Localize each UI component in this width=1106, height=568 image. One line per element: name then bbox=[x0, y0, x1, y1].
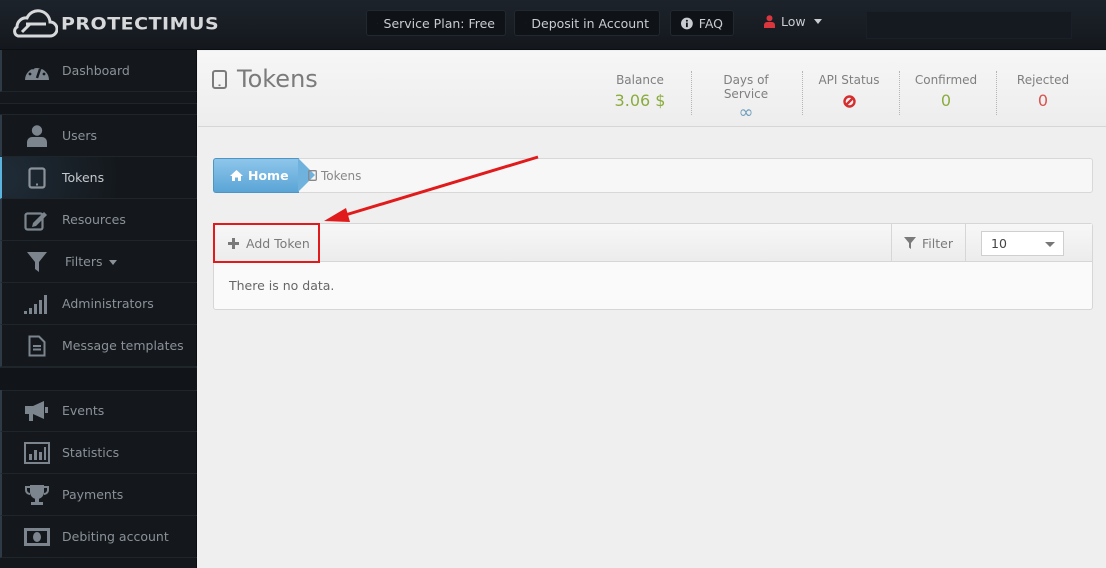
infinity-icon: ∞ bbox=[738, 102, 754, 123]
sidebar-item-administrators[interactable]: Administrators bbox=[0, 283, 197, 325]
stat-divider bbox=[802, 71, 803, 115]
filter-icon bbox=[24, 249, 50, 275]
annotation-arrow-head bbox=[324, 208, 350, 222]
sidebar-item-payments[interactable]: Payments bbox=[0, 474, 197, 516]
home-icon bbox=[230, 170, 243, 181]
user-menu[interactable]: Low bbox=[764, 14, 822, 29]
annotation-highlight-box bbox=[213, 223, 320, 263]
page-header: Tokens Balance 3.06 $ Days of Service ∞ … bbox=[198, 51, 1106, 127]
stat-days-of-service: Days of Service ∞ bbox=[700, 73, 792, 123]
user-name: Low bbox=[781, 14, 806, 29]
tokens-panel: Add Token Filter 10 There is no data. bbox=[213, 223, 1093, 310]
cloud-logo-icon bbox=[13, 9, 58, 38]
top-navbar: protectimus Service Plan: Free Deposit i… bbox=[0, 0, 1106, 50]
chevron-down-icon bbox=[813, 19, 822, 24]
stat-label: API Status bbox=[818, 73, 880, 87]
breadcrumb-home[interactable]: Home bbox=[213, 158, 299, 193]
user-icon bbox=[764, 15, 775, 28]
breadcrumb-home-label: Home bbox=[248, 168, 289, 183]
breadcrumb-current: Tokens bbox=[308, 159, 361, 192]
tablet-icon bbox=[308, 170, 317, 181]
sidebar-item-statistics[interactable]: Statistics bbox=[0, 432, 197, 474]
edit-icon bbox=[24, 207, 50, 233]
sidebar-item-label: Statistics bbox=[62, 445, 120, 460]
chevron-down-icon bbox=[109, 260, 118, 265]
bar-chart-icon bbox=[24, 440, 50, 466]
sidebar-item-resources[interactable]: Resources bbox=[0, 199, 197, 241]
stat-value: 3.06 $ bbox=[614, 91, 666, 110]
sidebar-item-label: Filters bbox=[65, 254, 118, 269]
stat-confirmed: Confirmed 0 bbox=[912, 73, 980, 110]
breadcrumb-current-label: Tokens bbox=[321, 168, 362, 183]
stat-label: Rejected bbox=[1016, 73, 1070, 87]
info-icon bbox=[681, 17, 693, 29]
logo[interactable]: protectimus bbox=[6, 4, 219, 44]
stat-balance: Balance 3.06 $ bbox=[614, 73, 666, 110]
filters-label: Filters bbox=[65, 254, 103, 269]
stat-api-status: API Status bbox=[814, 73, 884, 112]
deposit-button[interactable]: Deposit in Account bbox=[514, 10, 660, 36]
sidebar-item-label: Resources bbox=[62, 212, 126, 227]
stat-label: Days of Service bbox=[723, 73, 769, 101]
stat-rejected: Rejected 0 bbox=[1014, 73, 1072, 110]
api-status-value bbox=[814, 93, 884, 112]
faq-button[interactable]: FAQ bbox=[670, 10, 734, 36]
service-plan-button[interactable]: Service Plan: Free bbox=[366, 10, 506, 36]
user-icon bbox=[24, 123, 50, 149]
panel-toolbar: Add Token Filter 10 bbox=[213, 223, 1092, 263]
sidebar-item-tokens[interactable]: Tokens bbox=[0, 157, 197, 199]
bullhorn-icon bbox=[24, 398, 50, 424]
sidebar-item-label: Dashboard bbox=[62, 63, 130, 78]
stat-divider bbox=[899, 71, 900, 115]
deposit-label: Deposit in Account bbox=[531, 15, 649, 31]
sidebar-item-label: Message templates bbox=[62, 338, 184, 353]
filter-icon bbox=[904, 237, 917, 249]
ban-icon bbox=[842, 95, 856, 108]
tablet-icon bbox=[24, 165, 50, 191]
stat-divider bbox=[996, 71, 997, 115]
page-title: Tokens bbox=[212, 65, 318, 93]
sidebar-item-users[interactable]: Users bbox=[0, 115, 197, 157]
sidebar-item-dashboard[interactable]: Dashboard bbox=[0, 50, 197, 92]
faq-label: FAQ bbox=[698, 15, 723, 31]
filter-label: Filter bbox=[922, 235, 953, 251]
tablet-icon bbox=[212, 69, 227, 89]
topbar-blank-field[interactable] bbox=[866, 11, 1072, 39]
per-page-value: 10 bbox=[991, 236, 1007, 251]
per-page-select[interactable]: 10 bbox=[981, 231, 1064, 256]
stat-label: Balance bbox=[616, 73, 664, 87]
filter-button[interactable]: Filter bbox=[891, 224, 966, 262]
stat-divider bbox=[691, 71, 692, 115]
chevron-down-icon bbox=[1045, 242, 1055, 247]
empty-state-text: There is no data. bbox=[229, 278, 335, 293]
sidebar-item-label: Events bbox=[62, 403, 105, 418]
sidebar-item-label: Tokens bbox=[62, 170, 105, 185]
breadcrumb: Home Tokens bbox=[213, 158, 1093, 193]
stat-value: 0 bbox=[1037, 91, 1049, 110]
sidebar-item-filters[interactable]: Filters bbox=[0, 241, 197, 283]
trophy-icon bbox=[24, 482, 50, 508]
dashboard-icon bbox=[24, 58, 50, 84]
signal-icon bbox=[24, 291, 50, 317]
sidebar-divider bbox=[0, 103, 197, 115]
money-icon bbox=[24, 524, 50, 550]
document-icon bbox=[24, 333, 50, 359]
sidebar-item-debiting-account[interactable]: Debiting account bbox=[0, 516, 197, 558]
sidebar-item-label: Debiting account bbox=[62, 529, 169, 544]
sidebar-item-label: Payments bbox=[62, 487, 124, 502]
service-plan-label: Service Plan: Free bbox=[383, 15, 495, 31]
logo-text: protectimus bbox=[61, 14, 220, 34]
stat-value: 0 bbox=[940, 91, 952, 110]
money-icon bbox=[377, 22, 378, 24]
sidebar-item-label: Users bbox=[62, 128, 98, 143]
stat-label: Confirmed bbox=[914, 73, 978, 87]
sidebar-item-events[interactable]: Events bbox=[0, 390, 197, 432]
sidebar-item-label: Administrators bbox=[62, 296, 154, 311]
sidebar-item-message-templates[interactable]: Message templates bbox=[0, 325, 197, 367]
sidebar-divider bbox=[0, 367, 197, 391]
page-title-text: Tokens bbox=[237, 65, 318, 93]
sidebar: Dashboard Users Tokens Resources Filters… bbox=[0, 50, 197, 568]
